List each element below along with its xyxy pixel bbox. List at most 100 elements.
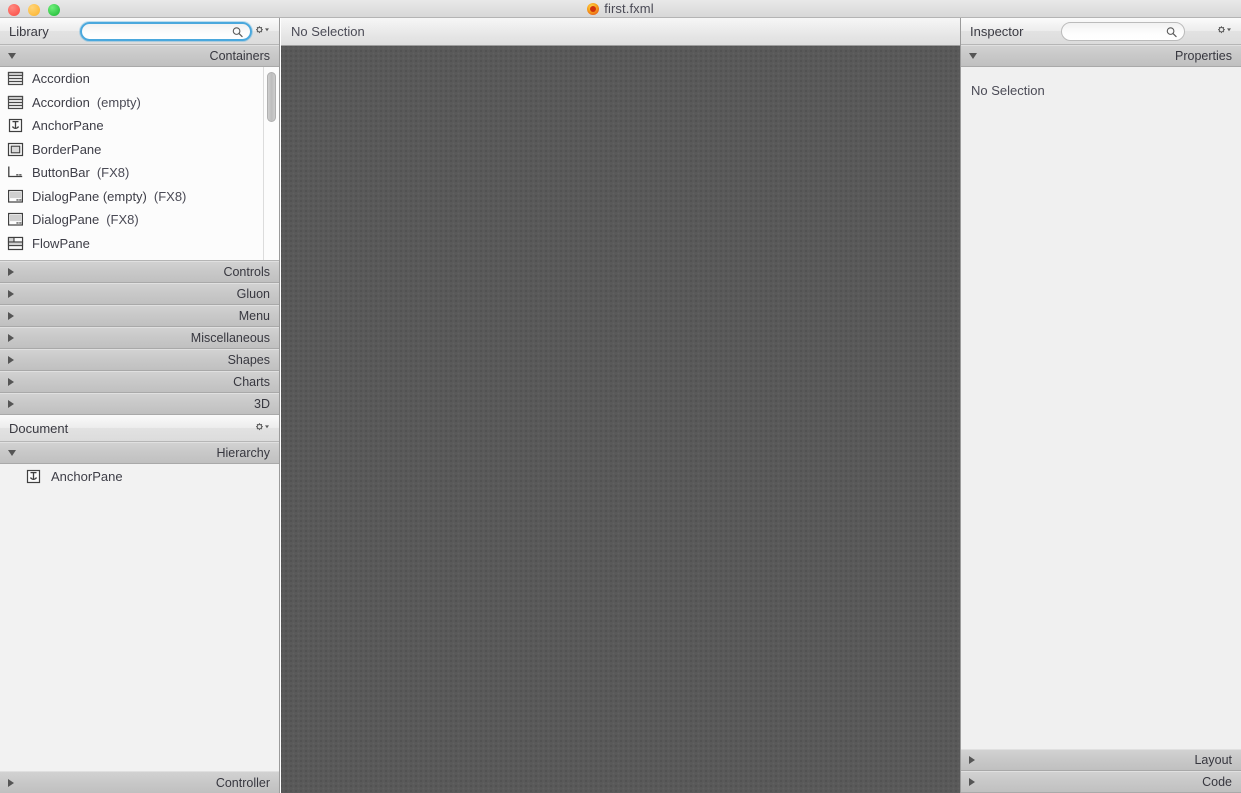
library-item-label: Accordion — [32, 95, 90, 110]
library-item-label: FlowPane — [32, 236, 90, 251]
library-section-gluon-label: Gluon — [237, 287, 270, 301]
hierarchy-item-label: AnchorPane — [51, 469, 123, 484]
gear-icon — [252, 22, 272, 38]
chevron-down-icon — [8, 450, 16, 456]
library-item-label: AnchorPane — [32, 118, 104, 133]
window-titlebar: first.fxml — [0, 0, 1241, 18]
document-section-controller-label: Controller — [216, 776, 270, 790]
accordion-icon — [7, 71, 24, 86]
accordion-icon — [7, 95, 24, 110]
library-panel-header: Library — [0, 18, 279, 45]
library-section-3d[interactable]: 3D — [0, 393, 279, 415]
library-section-containers[interactable]: Containers — [0, 45, 279, 67]
library-item-label: DialogPane (empty) — [32, 189, 147, 204]
library-item-suffix: (FX8) — [106, 212, 139, 227]
breadcrumb-label: No Selection — [291, 24, 365, 39]
content-panel: No Selection — [281, 18, 960, 793]
design-canvas[interactable] — [281, 46, 960, 793]
anchorpane-icon — [25, 469, 42, 484]
buttonbar-icon — [7, 165, 24, 180]
inspector-section-code-label: Code — [1202, 775, 1232, 789]
chevron-right-icon — [8, 356, 14, 364]
gear-icon — [1214, 22, 1234, 38]
library-item[interactable]: DialogPane (empty) (FX8) — [0, 185, 279, 209]
chevron-down-icon — [969, 53, 977, 59]
chevron-right-icon — [8, 779, 14, 787]
library-item[interactable]: AnchorPane — [0, 114, 279, 138]
window-title-text: first.fxml — [604, 1, 653, 16]
library-section-menu[interactable]: Menu — [0, 305, 279, 327]
library-search-box[interactable] — [80, 22, 252, 41]
borderpane-icon — [7, 142, 24, 157]
library-item-suffix: (FX8) — [97, 165, 130, 180]
library-title: Library — [9, 24, 49, 39]
chevron-right-icon — [8, 290, 14, 298]
chevron-right-icon — [8, 400, 14, 408]
library-section-miscellaneous-label: Miscellaneous — [191, 331, 270, 345]
document-icon — [587, 3, 599, 15]
inspector-properties-body: No Selection — [961, 67, 1241, 743]
inspector-search-input[interactable] — [1062, 24, 1184, 39]
library-item[interactable]: ButtonBar (FX8) — [0, 161, 279, 185]
document-section-controller[interactable]: Controller — [0, 771, 279, 793]
library-section-miscellaneous[interactable]: Miscellaneous — [0, 327, 279, 349]
document-section-hierarchy[interactable]: Hierarchy — [0, 442, 279, 464]
inspector-section-code[interactable]: Code — [961, 771, 1241, 793]
library-item[interactable]: FlowPane — [0, 232, 279, 256]
library-item[interactable]: Accordion (empty) — [0, 91, 279, 115]
flowpane-icon — [7, 236, 24, 251]
library-item-label: Accordion — [32, 71, 90, 86]
library-section-3d-label: 3D — [254, 397, 270, 411]
anchorpane-icon — [7, 118, 24, 133]
library-item-list[interactable]: Accordion Accordion (empty) AnchorPane — [0, 67, 279, 261]
library-item-label: ButtonBar — [32, 165, 90, 180]
left-panel: Library Containers — [0, 18, 280, 793]
document-options-button[interactable] — [252, 419, 272, 437]
inspector-empty-text: No Selection — [971, 83, 1045, 98]
document-title: Document — [9, 421, 68, 436]
library-scrollbar-thumb[interactable] — [267, 72, 276, 122]
document-section-hierarchy-label: Hierarchy — [217, 446, 271, 460]
library-section-shapes-label: Shapes — [228, 353, 270, 367]
chevron-right-icon — [8, 378, 14, 386]
library-scrollbar[interactable] — [263, 67, 278, 260]
chevron-right-icon — [969, 778, 975, 786]
inspector-panel-header: Inspector — [961, 18, 1241, 45]
inspector-section-properties-label: Properties — [1175, 49, 1232, 63]
library-section-charts-label: Charts — [233, 375, 270, 389]
library-section-charts[interactable]: Charts — [0, 371, 279, 393]
hierarchy-tree[interactable]: AnchorPane — [0, 464, 279, 764]
inspector-bottom-sections: Layout Code — [961, 749, 1241, 793]
dialogpane-icon — [7, 189, 24, 204]
library-item-label: DialogPane — [32, 212, 99, 227]
library-section-controls-label: Controls — [223, 265, 270, 279]
chevron-right-icon — [969, 756, 975, 764]
chevron-right-icon — [8, 312, 14, 320]
inspector-section-layout-label: Layout — [1194, 753, 1232, 767]
document-panel-header: Document — [0, 415, 279, 442]
inspector-section-properties[interactable]: Properties — [961, 45, 1241, 67]
library-section-menu-label: Menu — [239, 309, 270, 323]
library-section-gluon[interactable]: Gluon — [0, 283, 279, 305]
inspector-search-box[interactable] — [1061, 22, 1185, 41]
inspector-options-button[interactable] — [1214, 22, 1234, 40]
library-search-input[interactable] — [82, 24, 250, 39]
inspector-section-layout[interactable]: Layout — [961, 749, 1241, 771]
library-item-label: BorderPane — [32, 142, 101, 157]
library-item[interactable]: Accordion — [0, 67, 279, 91]
library-item-suffix: (empty) — [97, 95, 141, 110]
selection-breadcrumb-bar[interactable]: No Selection — [281, 18, 960, 46]
library-options-button[interactable] — [252, 22, 272, 40]
inspector-panel: Inspector Properties No Selection — [960, 18, 1241, 793]
library-section-controls[interactable]: Controls — [0, 261, 279, 283]
library-item[interactable]: BorderPane — [0, 138, 279, 162]
hierarchy-item-anchorpane[interactable]: AnchorPane — [0, 464, 279, 488]
library-section-shapes[interactable]: Shapes — [0, 349, 279, 371]
library-item[interactable]: DialogPane (FX8) — [0, 208, 279, 232]
inspector-title: Inspector — [970, 24, 1023, 39]
chevron-down-icon — [8, 53, 16, 59]
chevron-right-icon — [8, 268, 14, 276]
window-title: first.fxml — [0, 0, 1241, 18]
chevron-right-icon — [8, 334, 14, 342]
dialogpane-icon — [7, 212, 24, 227]
